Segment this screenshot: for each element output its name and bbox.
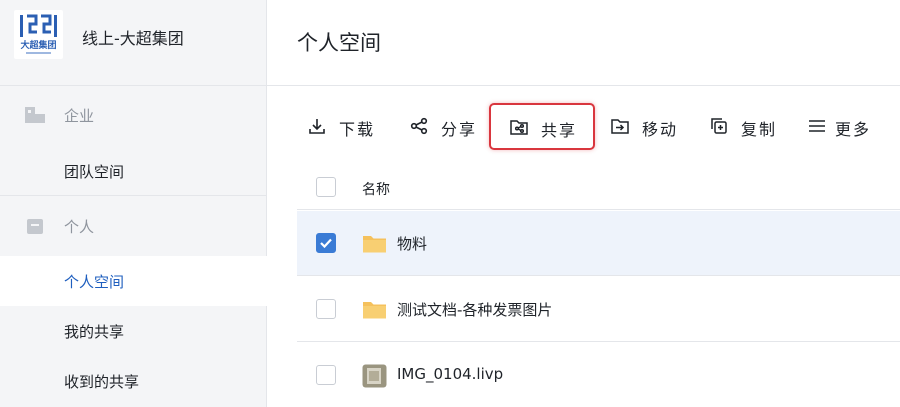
shared-folder-icon: [509, 117, 529, 137]
org-logo-text: 大超集团: [20, 39, 56, 51]
share-button[interactable]: 分享: [399, 106, 485, 146]
file-name[interactable]: 测试文档-各种发票图片: [397, 299, 552, 320]
cooperate-share-button[interactable]: 共享: [489, 103, 595, 150]
table-row[interactable]: 测试文档-各种发票图片: [297, 277, 900, 342]
move-icon: [610, 116, 630, 136]
copy-button[interactable]: 复制: [699, 106, 785, 146]
page-title: 个人空间: [297, 31, 381, 55]
sidebar-group-label: 个人: [64, 218, 95, 236]
sidebar-item-received-shares[interactable]: 收到的共享: [0, 356, 267, 406]
org-name: 线上-大超集团: [82, 29, 184, 48]
sidebar-divider: [0, 195, 267, 196]
sidebar-group-personal: 个人: [0, 198, 267, 254]
share-label: 分享: [441, 120, 478, 139]
folder-icon: [362, 298, 387, 322]
row-checkbox[interactable]: [316, 299, 336, 319]
menu-icon: [807, 116, 827, 136]
main-content: 个人空间 下载 分享 共享 移动 复制 更多 名称 物料 测试文档-各种发票图片…: [267, 0, 900, 407]
image-thumbnail-icon: [362, 364, 387, 388]
table-row[interactable]: 物料: [297, 211, 900, 276]
file-name[interactable]: IMG_0104.livp: [397, 365, 503, 383]
sidebar: 大超集团 线上-大超集团 企业 团队空间 个人 个人空间 我的共享 收到的共享: [0, 0, 267, 407]
cooperate-share-label: 共享: [541, 121, 578, 140]
sidebar-group-enterprise: 企业: [0, 87, 267, 143]
sidebar-item-label: 收到的共享: [64, 373, 140, 391]
table-header: 名称: [297, 164, 900, 210]
org-logo: 大超集团: [14, 10, 63, 59]
sidebar-item-label: 个人空间: [64, 273, 125, 291]
file-name[interactable]: 物料: [397, 233, 427, 254]
org-header[interactable]: 大超集团 线上-大超集团: [0, 0, 267, 86]
download-label: 下载: [339, 120, 376, 139]
row-checkbox[interactable]: [316, 233, 336, 253]
building-icon: [24, 106, 46, 124]
sidebar-item-team-space[interactable]: 团队空间: [0, 146, 267, 196]
column-header-name[interactable]: 名称: [362, 179, 390, 199]
toolbar: 下载 分享 共享 移动 复制 更多: [267, 98, 900, 154]
move-button[interactable]: 移动: [600, 106, 686, 146]
sidebar-item-label: 我的共享: [64, 323, 125, 341]
folder-icon: [362, 232, 387, 256]
sidebar-item-my-shares[interactable]: 我的共享: [0, 306, 267, 356]
row-checkbox[interactable]: [316, 365, 336, 385]
page-header: 个人空间: [267, 0, 900, 86]
sidebar-group-label: 企业: [64, 107, 95, 125]
more-button[interactable]: 更多: [797, 106, 892, 146]
download-icon: [307, 116, 327, 136]
sidebar-item-personal-space[interactable]: 个人空间: [0, 256, 267, 306]
checkmark-icon: [320, 238, 332, 249]
copy-label: 复制: [741, 120, 778, 139]
briefcase-icon: [24, 217, 46, 235]
more-label: 更多: [835, 120, 872, 139]
copy-icon: [709, 116, 729, 136]
share-icon: [409, 116, 429, 136]
table-row[interactable]: IMG_0104.livp: [297, 343, 900, 407]
download-button[interactable]: 下载: [297, 106, 383, 146]
move-label: 移动: [642, 120, 679, 139]
sidebar-item-label: 团队空间: [64, 163, 125, 181]
select-all-checkbox[interactable]: [316, 177, 336, 197]
